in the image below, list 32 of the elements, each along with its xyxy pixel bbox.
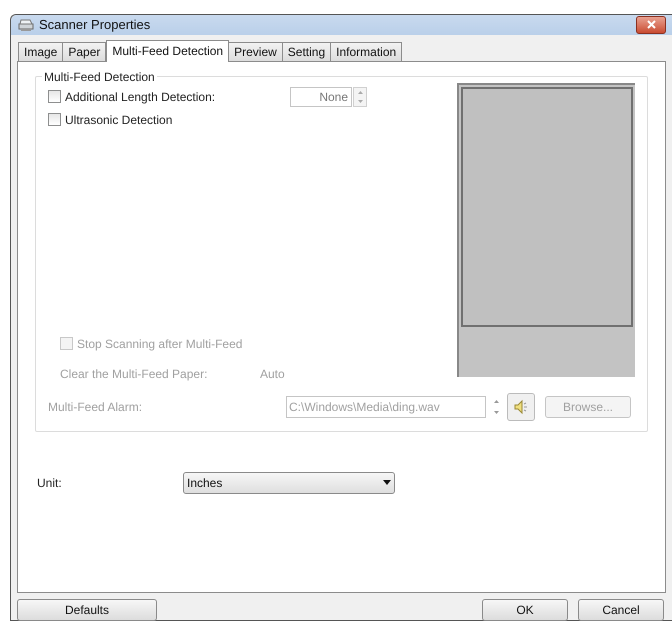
- ok-button[interactable]: OK: [482, 598, 568, 620]
- spin-buttons[interactable]: [353, 86, 367, 106]
- scanner-icon: [17, 16, 35, 33]
- close-button[interactable]: [636, 16, 666, 34]
- window-title: Scanner Properties: [39, 16, 150, 34]
- dropdown-arrow-icon: [383, 480, 391, 485]
- down-arrow-icon: [358, 100, 362, 102]
- tab[interactable]: Paper: [62, 42, 106, 60]
- up-arrow-icon: [358, 90, 362, 94]
- length-field[interactable]: None: [290, 86, 352, 106]
- speaker-button[interactable]: [507, 392, 535, 420]
- checkbox-label: Additional Length Detection:: [65, 88, 216, 106]
- alarm-label: Multi-Feed Alarm:: [48, 398, 144, 416]
- clear-paper-label: Clear the Multi-Feed Paper:: [60, 366, 208, 382]
- unit-dropdown[interactable]: Inches: [183, 472, 395, 494]
- checkbox-label: Ultrasonic Detection: [65, 112, 172, 128]
- tab[interactable]: Image: [18, 42, 64, 60]
- checkbox-label: Stop Scanning after Multi-Feed: [77, 336, 242, 352]
- clear-paper-value: Auto: [260, 366, 285, 382]
- checkbox[interactable]: [48, 90, 61, 103]
- checkbox[interactable]: [48, 113, 61, 126]
- down-arrow-icon: [494, 410, 498, 414]
- up-arrow-icon: [494, 400, 498, 402]
- close-icon: [646, 20, 656, 30]
- cancel-button[interactable]: Cancel: [578, 598, 664, 620]
- defaults-button[interactable]: Defaults: [17, 598, 157, 620]
- tab[interactable]: Setting: [282, 42, 332, 60]
- speaker-icon: [513, 398, 529, 414]
- tab[interactable]: Information: [330, 42, 402, 60]
- tab[interactable]: Multi-Feed Detection: [106, 40, 230, 62]
- tab[interactable]: Preview: [228, 42, 283, 60]
- unit-label: Unit:: [37, 474, 63, 492]
